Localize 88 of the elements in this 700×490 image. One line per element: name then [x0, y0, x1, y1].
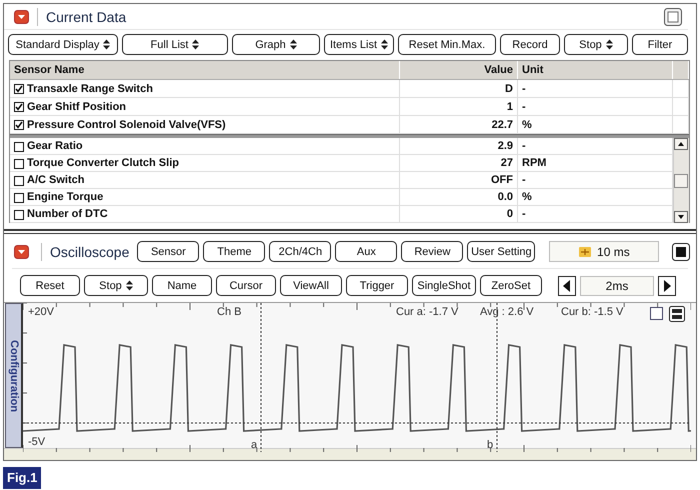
cursor-label: a — [251, 439, 258, 452]
toolbar-button[interactable]: Cursor — [216, 275, 276, 296]
time-division-field[interactable]: 2ms — [580, 276, 654, 296]
toolbar-button[interactable]: ZeroSet — [480, 275, 542, 296]
sensor-unit: - — [522, 82, 526, 97]
caret-icon — [192, 39, 200, 50]
sensor-value: D — [505, 82, 513, 97]
sensor-name: Pressure Control Solenoid Valve(VFS) — [27, 118, 226, 133]
panel-title: Current Data — [37, 8, 126, 26]
sensor-name: Transaxle Range Switch — [27, 82, 153, 97]
sensor-name: Torque Converter Clutch Slip — [27, 156, 179, 172]
dropdown-button[interactable]: Standard Display — [8, 34, 118, 56]
column-header: Sensor Name — [14, 63, 84, 78]
checkbox[interactable] — [14, 176, 24, 186]
sensor-unit: - — [522, 100, 526, 115]
right-arrow-icon — [662, 280, 672, 292]
configuration-tab[interactable]: Configuration — [5, 303, 23, 448]
checkbox[interactable] — [650, 307, 663, 320]
sensor-unit: - — [522, 139, 526, 154]
toolbar-button[interactable]: Reset — [20, 275, 80, 296]
toolbar-button[interactable]: Record — [500, 34, 560, 56]
horizontal-scrollbar[interactable] — [4, 448, 696, 460]
axis-label: -5V — [28, 436, 46, 448]
toolbar-button[interactable]: Reset Min.Max. — [398, 34, 496, 56]
checkbox[interactable] — [14, 142, 24, 152]
collapse-icon — [14, 10, 29, 24]
sensor-value: 2.9 — [498, 139, 513, 154]
sensor-name: Gear Shitf Position — [27, 100, 126, 115]
sensor-unit: - — [522, 207, 526, 222]
sensor-value: 0.0 — [498, 190, 513, 206]
toolbar-button[interactable]: User Setting — [467, 241, 536, 262]
sensor-unit: % — [522, 190, 532, 206]
caret-icon — [381, 39, 388, 50]
dropdown-button[interactable]: Items List — [324, 34, 394, 56]
dropdown-button[interactable]: Stop — [84, 275, 148, 296]
toolbar-button[interactable]: Review — [401, 241, 464, 262]
toolbar-button[interactable]: Sensor — [137, 241, 200, 262]
column-header: Unit — [522, 63, 544, 78]
sensor-name: Number of DTC — [27, 207, 108, 222]
sensor-value: 27 — [500, 156, 513, 172]
maximize-icon — [664, 8, 682, 26]
toolbar-button[interactable]: Filter — [632, 34, 688, 56]
sensor-value: 0 — [506, 207, 513, 222]
sensor-name: Engine Torque — [27, 190, 104, 206]
caret-icon — [606, 39, 613, 50]
split-view-icon — [669, 306, 685, 322]
collapse-icon — [14, 244, 29, 259]
window-toggle-icon — [672, 242, 690, 261]
checkbox[interactable] — [14, 158, 24, 169]
dropdown-button[interactable]: Full List — [122, 34, 228, 56]
checked-checkbox[interactable] — [14, 120, 24, 130]
toolbar-button[interactable]: 2Ch/4Ch — [269, 241, 332, 262]
toolbar-button[interactable]: Name — [152, 275, 212, 296]
next-button[interactable] — [658, 276, 676, 296]
checkbox[interactable] — [14, 192, 24, 203]
scroll-down-icon — [674, 211, 688, 224]
sensor-value: 22.7 — [492, 118, 513, 133]
sensor-name: Gear Ratio — [27, 139, 83, 154]
sensor-name: A/C Switch — [27, 173, 84, 188]
toolbar-button[interactable]: ViewAll — [280, 275, 342, 296]
toolbar-button[interactable]: Aux — [335, 241, 398, 262]
sensor-unit: - — [522, 173, 526, 188]
cursor-readout: Cur a: -1.7 V — [396, 306, 458, 318]
axis-label: +20V — [28, 306, 54, 318]
dropdown-button[interactable]: Stop — [564, 34, 628, 56]
checkbox[interactable] — [14, 210, 24, 220]
sensor-value: 1 — [506, 100, 513, 115]
toolbar-button[interactable]: Trigger — [346, 275, 408, 296]
checked-checkbox[interactable] — [14, 102, 24, 112]
figure-caption: Fig.1 — [3, 467, 42, 488]
cursor-label: b — [487, 439, 494, 452]
dropdown-button[interactable]: Graph — [232, 34, 320, 56]
sensor-unit: RPM — [522, 156, 546, 172]
caret-icon — [290, 39, 297, 50]
caret-icon — [126, 280, 133, 292]
caret-icon — [103, 39, 110, 50]
column-header: Value — [484, 63, 513, 78]
previous-button[interactable] — [558, 276, 576, 296]
sensor-value: OFF — [491, 173, 513, 188]
channel-label: Ch B — [217, 306, 242, 318]
cursor-readout: Cur b: -1.5 V — [561, 306, 624, 318]
toolbar-button[interactable]: SingleShot — [412, 275, 476, 296]
panel-title: Oscilloscope — [41, 242, 130, 261]
timebase-field[interactable]: 10 ms — [549, 241, 660, 262]
left-arrow-icon — [562, 280, 572, 292]
toolbar-button[interactable]: Theme — [203, 241, 266, 262]
checked-checkbox[interactable] — [14, 84, 24, 94]
sensor-unit: % — [522, 118, 532, 133]
